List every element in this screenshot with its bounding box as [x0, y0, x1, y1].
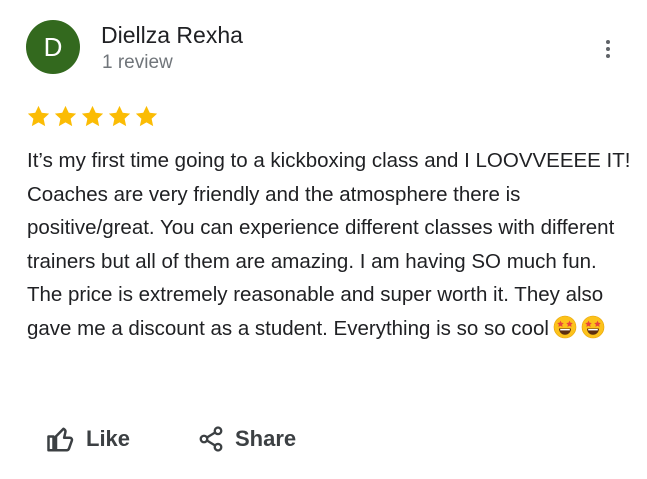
review-card: D Diellza Rexha 1 review It’s my first t… — [0, 0, 647, 479]
more-vert-icon — [606, 40, 610, 58]
like-button[interactable]: Like — [46, 420, 130, 458]
avatar-initial: D — [43, 31, 63, 62]
review-text-block: It’s my first time going to a kickboxing… — [27, 144, 637, 345]
thumb-up-icon — [46, 424, 76, 454]
star-struck-emoji — [553, 315, 577, 338]
share-button[interactable]: Share — [197, 420, 296, 458]
share-label: Share — [235, 426, 297, 451]
review-text: It’s my first time going to a kickboxing… — [27, 149, 631, 340]
review-count: 1 review — [102, 52, 173, 73]
star-icon — [54, 105, 77, 127]
avatar[interactable]: D — [26, 20, 80, 74]
star-icon — [135, 105, 158, 127]
more-options-button[interactable] — [594, 34, 622, 64]
share-icon — [197, 425, 225, 453]
like-label: Like — [86, 426, 131, 451]
star-rating — [26, 104, 159, 132]
star-icon — [108, 105, 131, 127]
reviewer-name[interactable]: Diellza Rexha — [101, 22, 243, 49]
star-icon — [27, 105, 50, 127]
star-icon — [81, 105, 104, 127]
star-struck-emoji — [581, 315, 605, 338]
emoji-group — [553, 315, 605, 339]
